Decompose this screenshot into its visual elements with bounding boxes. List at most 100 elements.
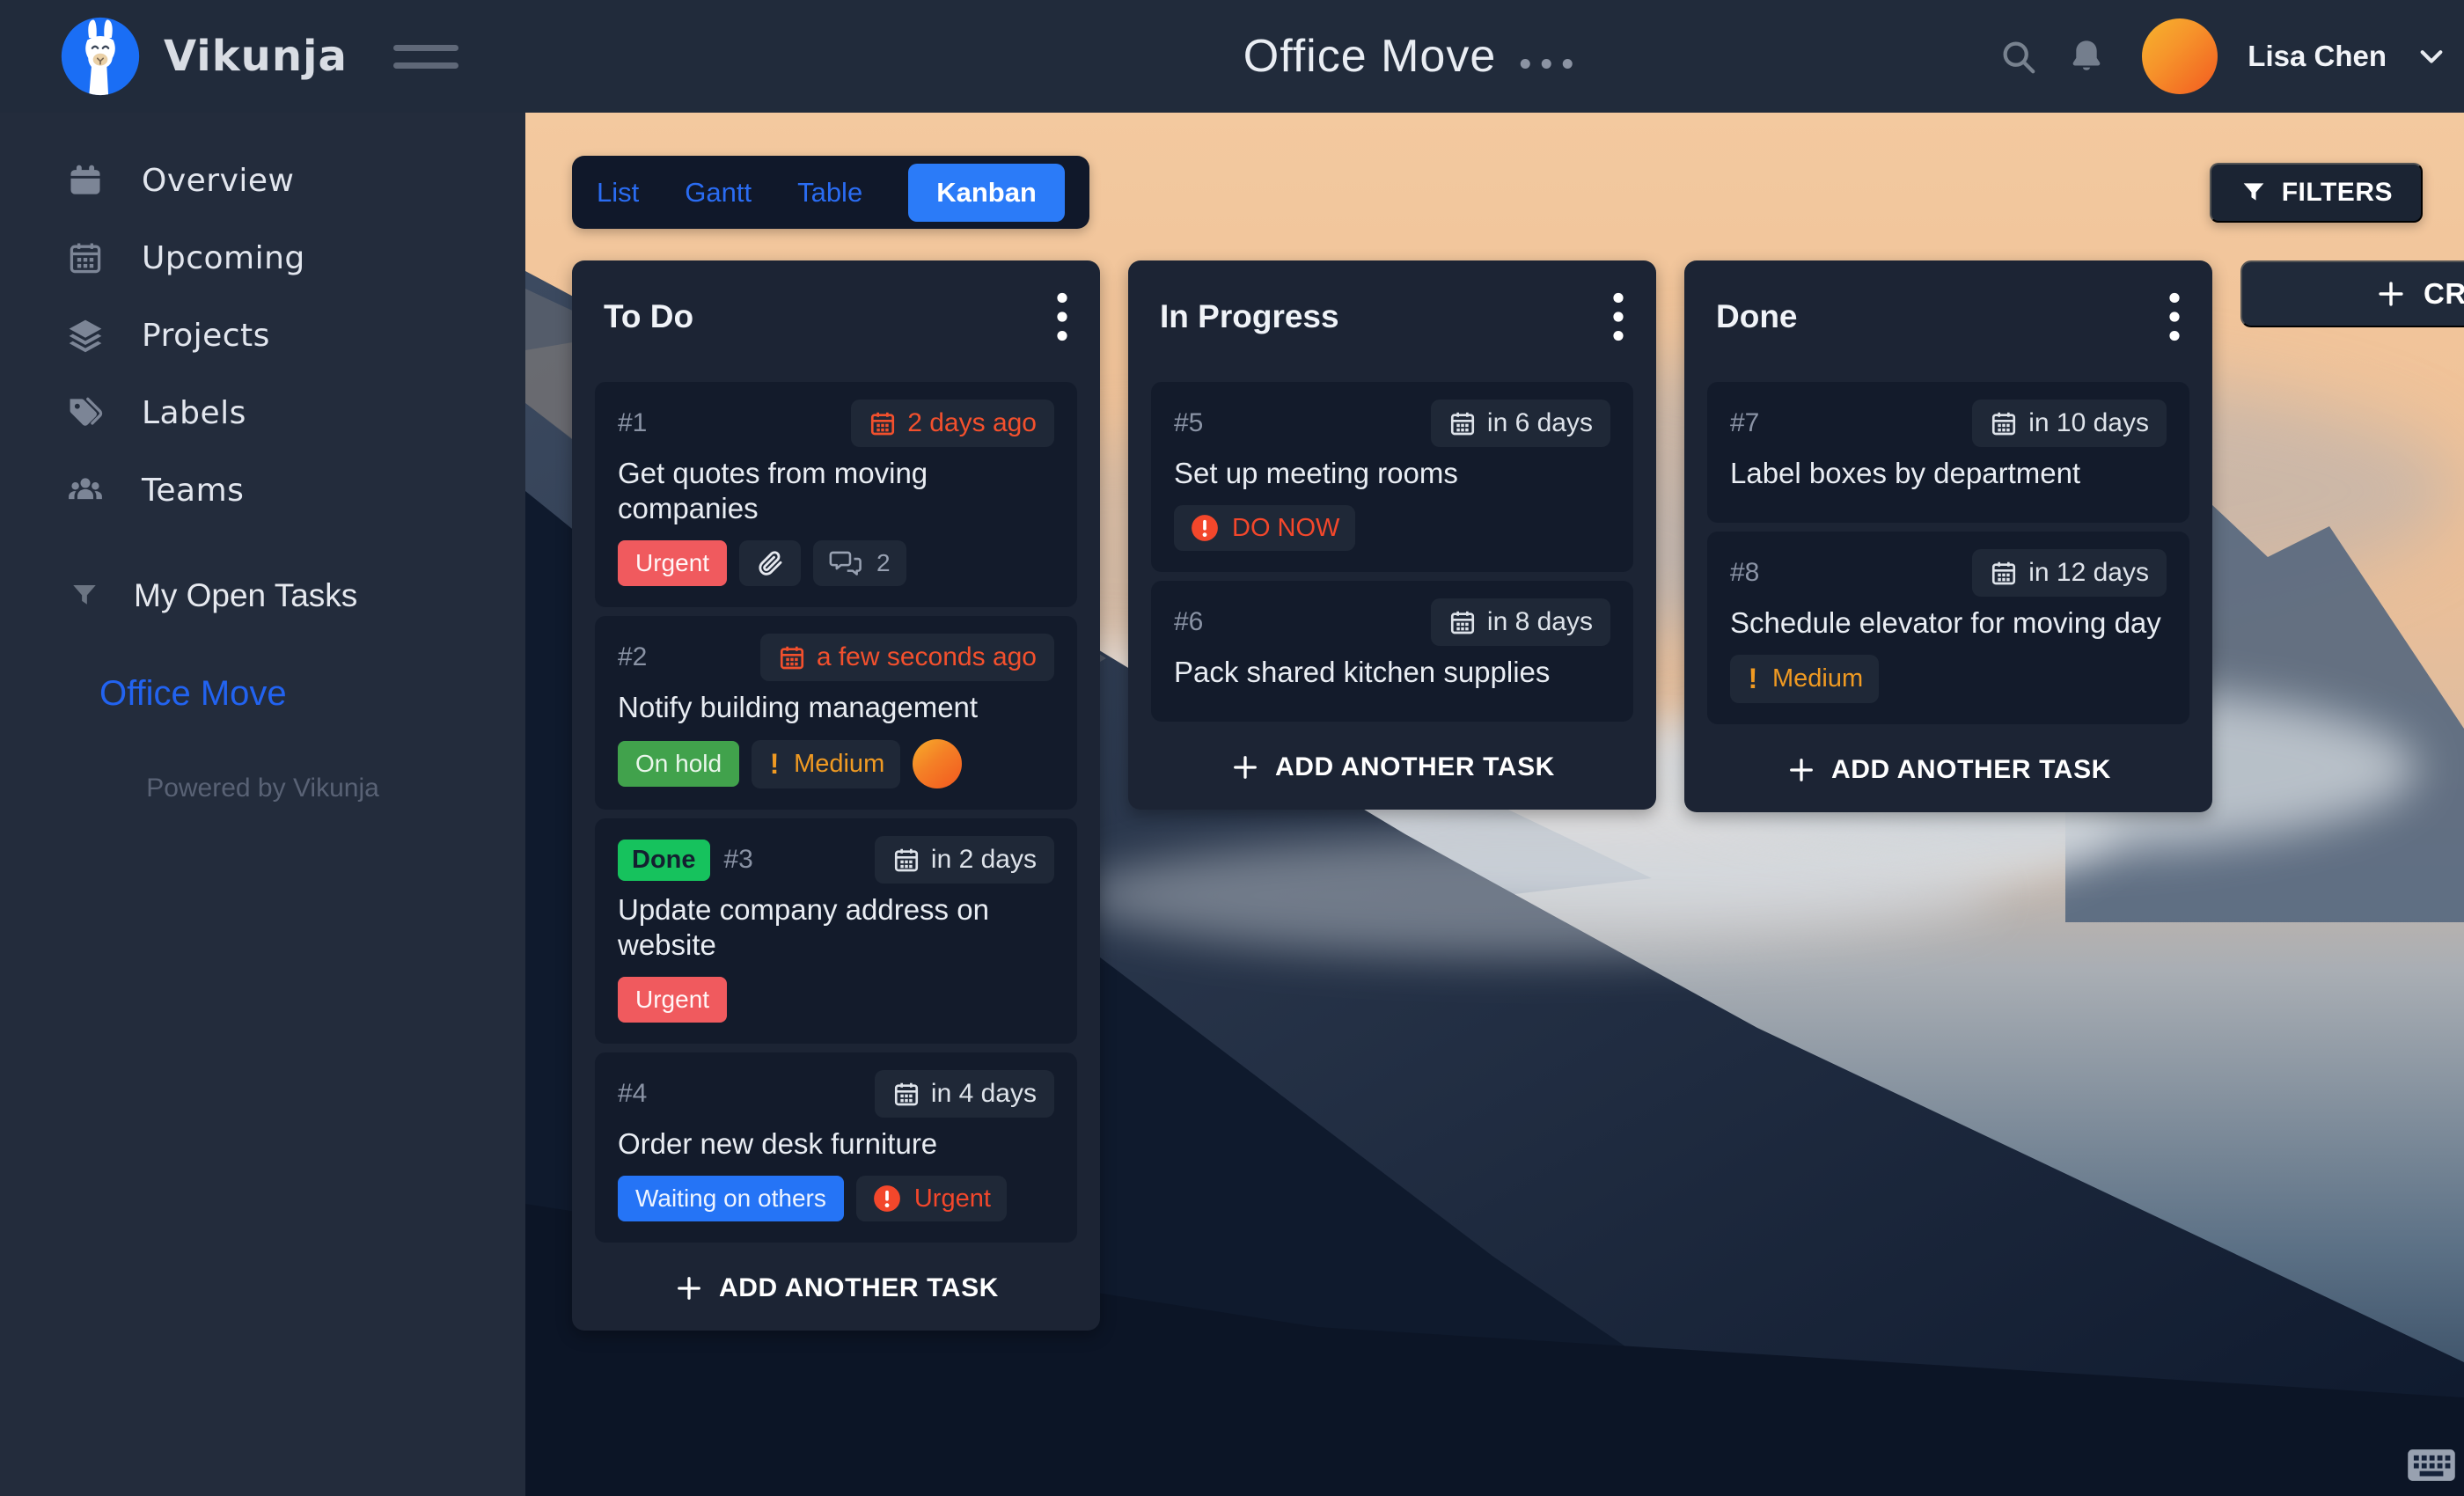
card-chips: ! Medium xyxy=(1730,655,2167,703)
plus-icon xyxy=(1786,754,1817,786)
filters-button[interactable]: FILTERS xyxy=(2210,163,2423,223)
filters-label: FILTERS xyxy=(2282,178,2393,208)
task-title: Label boxes by department xyxy=(1730,456,2167,491)
task-id: #1 xyxy=(618,408,647,438)
column-menu-kebab-icon[interactable] xyxy=(2168,292,2181,341)
overview-calendar-icon xyxy=(66,161,105,200)
project-menu-ellipsis-icon[interactable] xyxy=(1521,59,1573,69)
task-card[interactable]: #7 in 10 days Label boxes by department xyxy=(1707,382,2189,523)
user-avatar[interactable] xyxy=(2142,18,2218,94)
user-name[interactable]: Lisa Chen xyxy=(2248,40,2387,73)
sidebar-item-label: Projects xyxy=(142,318,270,354)
due-date-chip: in 8 days xyxy=(1431,598,1610,646)
tab-kanban[interactable]: Kanban xyxy=(908,164,1065,222)
kanban-column-todo: To Do #1 2 days xyxy=(572,260,1100,1331)
due-date-text: in 2 days xyxy=(931,845,1037,875)
powered-by-text: Powered by Vikunja xyxy=(0,774,525,803)
add-another-task-button[interactable]: ADD ANOTHER TASK xyxy=(1707,754,2189,786)
add-another-task-button[interactable]: ADD ANOTHER TASK xyxy=(595,1272,1077,1304)
user-cluster: Lisa Chen xyxy=(1998,0,2448,113)
card-meta: #2 a few seconds ago xyxy=(618,634,1054,681)
priority-exclamation-icon: ! xyxy=(1746,663,1760,695)
task-card[interactable]: #8 in 12 days Schedule elevator for movi… xyxy=(1707,532,2189,724)
due-date-text: a few seconds ago xyxy=(817,642,1037,672)
due-date-chip: 2 days ago xyxy=(851,400,1054,447)
task-id: #8 xyxy=(1730,558,1759,588)
funnel-icon xyxy=(69,580,100,612)
search-icon[interactable] xyxy=(1998,36,2038,77)
create-bucket-label: CRE xyxy=(2424,277,2464,311)
card-meta: #8 in 12 days xyxy=(1730,549,2167,597)
users-icon xyxy=(66,471,105,510)
due-date-text: in 8 days xyxy=(1487,607,1593,637)
card-meta: Done #3 in 2 days xyxy=(618,836,1054,884)
card-chips: Urgent xyxy=(618,977,1054,1023)
sidebar-item-upcoming[interactable]: Upcoming xyxy=(0,219,525,297)
task-id: #2 xyxy=(618,642,647,672)
task-title: Order new desk furniture xyxy=(618,1126,1054,1162)
funnel-icon xyxy=(2240,179,2268,207)
label-chip-waiting: Waiting on others xyxy=(618,1176,844,1221)
create-bucket-button[interactable]: CRE xyxy=(2240,260,2464,327)
exclamation-circle-icon xyxy=(1190,513,1220,543)
calendar-icon xyxy=(869,409,897,437)
task-title: Pack shared kitchen supplies xyxy=(1174,655,1610,690)
priority-text: Urgent xyxy=(914,1184,991,1214)
tab-list[interactable]: List xyxy=(597,177,639,209)
keyboard-shortcuts-icon[interactable] xyxy=(2406,1445,2457,1485)
due-date-text: in 10 days xyxy=(2028,408,2149,438)
chevron-down-icon[interactable] xyxy=(2415,40,2448,73)
task-title: Set up meeting rooms xyxy=(1174,456,1610,491)
notifications-bell-icon[interactable] xyxy=(2066,36,2107,77)
card-chips: On hold ! Medium xyxy=(618,739,1054,788)
column-menu-kebab-icon[interactable] xyxy=(1612,292,1624,341)
layers-icon xyxy=(66,316,105,355)
add-another-task-label: ADD ANOTHER TASK xyxy=(1831,755,2111,785)
exclamation-circle-icon xyxy=(872,1184,902,1214)
sidebar-project-office-move[interactable]: Office Move xyxy=(0,674,525,714)
sidebar-item-label: Labels xyxy=(142,395,246,431)
tab-table[interactable]: Table xyxy=(797,177,862,209)
topbar: Vikunja Office Move Lisa Chen xyxy=(0,0,2464,113)
sidebar-item-label: Upcoming xyxy=(142,240,305,276)
attachment-chip xyxy=(739,540,801,586)
column-header: To Do xyxy=(595,282,1077,341)
page-title-group: Office Move xyxy=(1243,0,1573,113)
task-id: #5 xyxy=(1174,408,1203,438)
due-date-text: in 6 days xyxy=(1487,408,1593,438)
card-meta: #5 in 6 days xyxy=(1174,400,1610,447)
card-meta: #4 in 4 days xyxy=(618,1070,1054,1118)
sidebar-item-projects[interactable]: Projects xyxy=(0,297,525,374)
column-menu-kebab-icon[interactable] xyxy=(1056,292,1068,341)
sidebar: Overview Upcoming Projects Labels xyxy=(0,113,525,1496)
task-card[interactable]: #1 2 days ago Get quotes from moving com… xyxy=(595,382,1077,607)
menu-toggle-icon[interactable] xyxy=(393,45,458,69)
task-card[interactable]: #6 in 8 days Pack shared kitchen supplie… xyxy=(1151,581,1633,722)
card-list: #5 in 6 days Set up meeting rooms xyxy=(1151,382,1633,722)
page-title: Office Move xyxy=(1243,30,1496,83)
sidebar-item-label: Teams xyxy=(142,473,244,509)
column-title: In Progress xyxy=(1160,298,1339,335)
task-id: #6 xyxy=(1174,607,1203,637)
kanban-board: To Do #1 2 days xyxy=(572,260,2212,1331)
task-title: Get quotes from moving companies xyxy=(618,456,1054,526)
sidebar-item-teams[interactable]: Teams xyxy=(0,451,525,529)
task-card[interactable]: #2 a few seconds ago Notify building man… xyxy=(595,616,1077,810)
sidebar-item-overview[interactable]: Overview xyxy=(0,142,525,219)
paperclip-icon xyxy=(755,548,785,578)
priority-text: Medium xyxy=(1772,664,1863,693)
add-another-task-label: ADD ANOTHER TASK xyxy=(1275,752,1555,782)
label-chip-urgent: Urgent xyxy=(618,977,727,1023)
add-another-task-button[interactable]: ADD ANOTHER TASK xyxy=(1151,752,1633,783)
task-title: Notify building management xyxy=(618,690,1054,725)
task-card[interactable]: Done #3 in 2 days Update compan xyxy=(595,818,1077,1044)
tab-gantt[interactable]: Gantt xyxy=(685,177,752,209)
task-card[interactable]: #5 in 6 days Set up meeting rooms xyxy=(1151,382,1633,572)
task-card[interactable]: #4 in 4 days Order new desk furniture xyxy=(595,1052,1077,1243)
due-date-chip: a few seconds ago xyxy=(760,634,1054,681)
priority-chip: ! Medium xyxy=(1730,655,1879,703)
sidebar-item-my-open-tasks[interactable]: My Open Tasks xyxy=(0,557,525,634)
sidebar-item-labels[interactable]: Labels xyxy=(0,374,525,451)
due-date-chip: in 10 days xyxy=(1972,400,2167,447)
due-date-text: in 4 days xyxy=(931,1079,1037,1109)
